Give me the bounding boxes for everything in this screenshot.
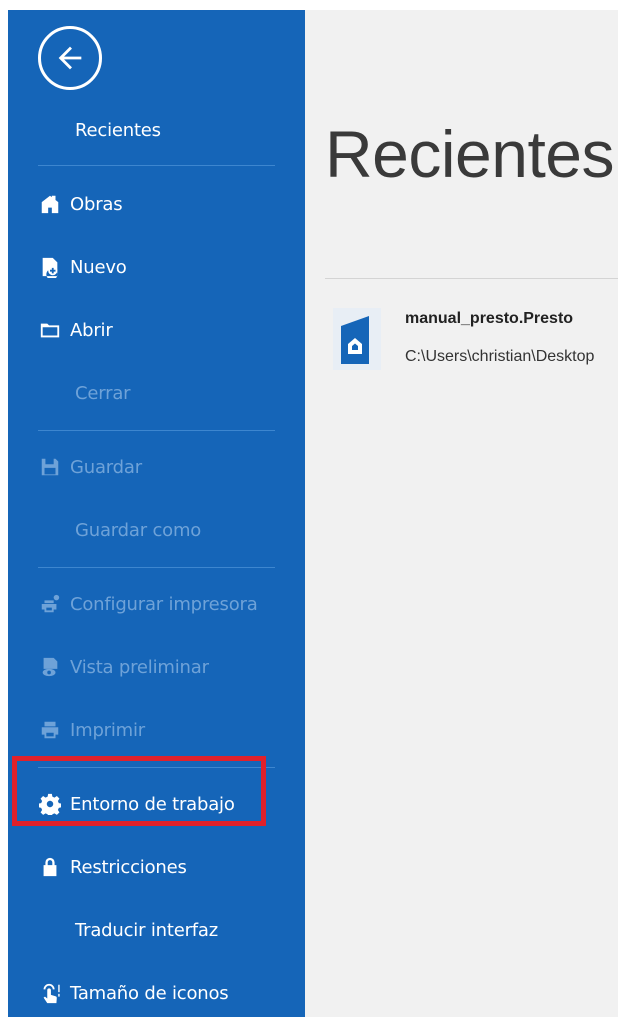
sidebar-item-nuevo[interactable]: Nuevo [8, 247, 305, 287]
sidebar-item-label: Imprimir [70, 719, 146, 741]
sidebar-item-guardar-como[interactable]: Guardar como [8, 510, 305, 550]
page-title: Recientes [325, 117, 615, 191]
sidebar-item-guardar[interactable]: Guardar [8, 447, 305, 487]
recent-file-item[interactable]: manual_presto.Presto C:\Users\christian\… [333, 308, 618, 378]
sidebar-item-label: Abrir [70, 319, 113, 341]
presto-file-icon [333, 308, 381, 370]
sidebar-item-label: Guardar como [75, 519, 202, 541]
recent-file-path: C:\Users\christian\Desktop [405, 348, 595, 365]
sidebar-item-configurar-impresora[interactable]: Configurar impresora [8, 584, 305, 624]
folder-icon [38, 318, 62, 342]
sidebar-item-traducir-interfaz[interactable]: Traducir interfaz [8, 910, 305, 950]
works-icon [38, 192, 62, 216]
sidebar-item-restricciones[interactable]: Restricciones [8, 847, 305, 887]
sidebar-item-obras[interactable]: Obras [8, 184, 305, 224]
sidebar-item-label: Guardar [70, 456, 142, 478]
recent-file-name: manual_presto.Presto [405, 310, 574, 327]
sidebar-item-tamano-de-iconos[interactable]: Tamaño de iconos [8, 973, 305, 1013]
touch-icon [38, 981, 62, 1005]
new-file-icon [38, 255, 62, 279]
sidebar-item-label: Restricciones [70, 856, 187, 878]
divider [325, 278, 618, 279]
sidebar-item-abrir[interactable]: Abrir [8, 310, 305, 350]
sidebar-item-imprimir[interactable]: Imprimir [8, 710, 305, 750]
sidebar-item-cerrar[interactable]: Cerrar [8, 373, 305, 413]
sidebar-item-label: Configurar impresora [70, 593, 258, 615]
printer-settings-icon [38, 592, 62, 616]
back-button[interactable] [38, 26, 102, 90]
divider [38, 567, 275, 568]
sidebar-item-label: Cerrar [75, 382, 131, 404]
sidebar-item-label: Recientes [75, 119, 161, 141]
sidebar-item-label: Vista preliminar [70, 656, 209, 678]
arrow-left-icon [58, 46, 82, 70]
sidebar-item-recientes[interactable]: Recientes [8, 110, 305, 150]
lock-icon [38, 855, 62, 879]
divider [38, 165, 275, 166]
sidebar-item-label: Obras [70, 193, 123, 215]
main-panel: Recientes manual_presto.Presto C:\Users\… [305, 10, 618, 1017]
sidebar-item-label: Tamaño de iconos [70, 982, 229, 1004]
sidebar-item-label: Nuevo [70, 256, 127, 278]
sidebar-item-label: Traducir interfaz [75, 919, 218, 941]
print-preview-icon [38, 655, 62, 679]
highlight-box [12, 756, 266, 826]
divider [38, 430, 275, 431]
backstage-sidebar: Recientes Obras Nuevo Abrir Cerrar Guard… [8, 10, 305, 1017]
printer-icon [38, 718, 62, 742]
sidebar-item-vista-preliminar[interactable]: Vista preliminar [8, 647, 305, 687]
save-icon [38, 455, 62, 479]
